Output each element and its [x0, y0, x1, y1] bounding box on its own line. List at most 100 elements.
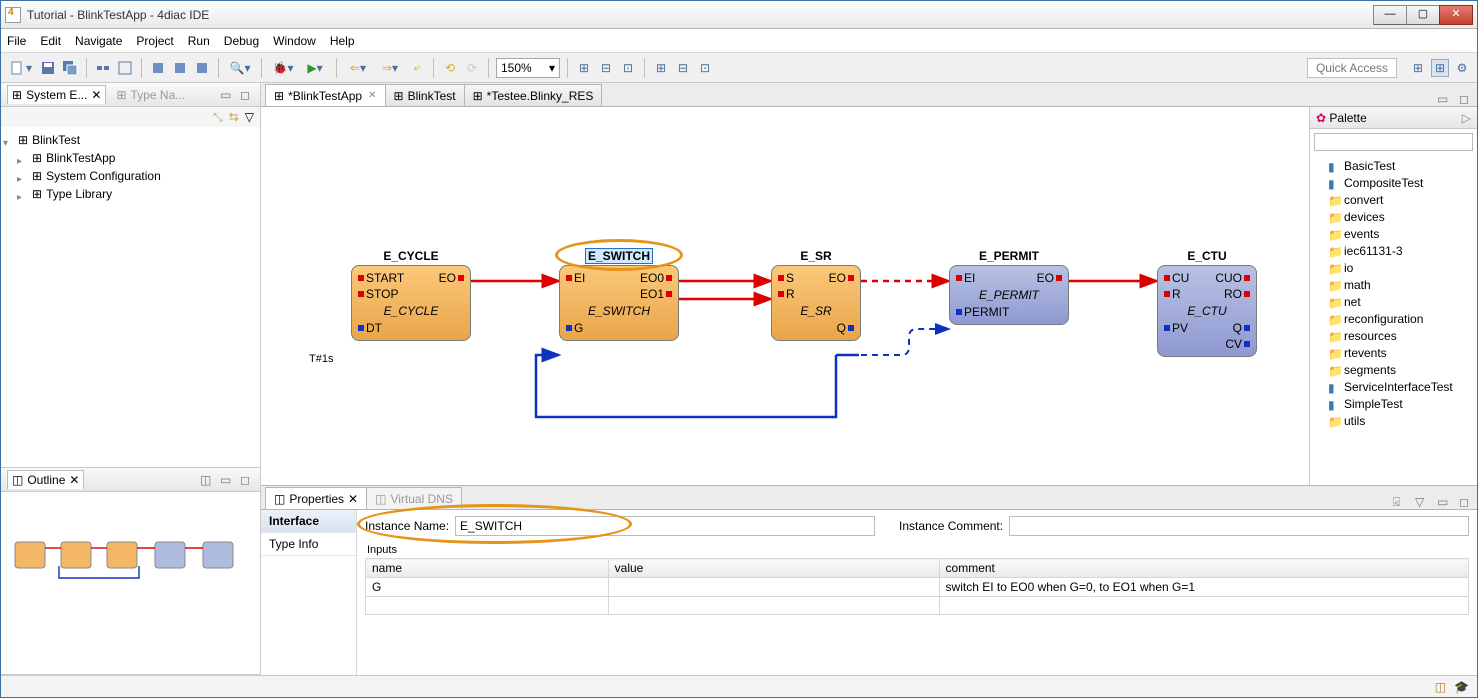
prop-side-interface[interactable]: Interface [261, 510, 356, 533]
palette-folder[interactable]: 📁devices [1314, 208, 1473, 225]
diagram-canvas[interactable]: E_CYCLE STARTEO STOP E_CYCLE DT T#1s E_S… [261, 107, 1309, 485]
menu-file[interactable]: File [7, 34, 26, 48]
collapse-all-icon[interactable]: ⤡ [213, 110, 223, 125]
search-button[interactable]: 🔍▾ [226, 59, 254, 77]
col-value[interactable]: value [608, 559, 939, 578]
palette-folder[interactable]: 📁math [1314, 276, 1473, 293]
prop-max-icon[interactable]: ◻ [1459, 495, 1473, 509]
outline-min-icon[interactable]: ▭ [220, 473, 234, 487]
palette-list[interactable]: ▮BasicTest▮CompositeTest📁convert📁devices… [1310, 155, 1477, 485]
palette-folder[interactable]: 📁utils [1314, 412, 1473, 429]
prop-newview-icon[interactable]: ⍃ [1393, 495, 1407, 509]
align-2-icon[interactable]: ⊟ [597, 59, 615, 77]
debug-button[interactable]: 🐞▾ [269, 59, 297, 77]
menu-project[interactable]: Project [136, 34, 173, 48]
system-tree[interactable]: ⊞ BlinkTest ⊞ BlinkTestApp ⊞ System Conf… [3, 131, 258, 203]
palette-folder[interactable]: 📁net [1314, 293, 1473, 310]
save-all-button[interactable] [61, 59, 79, 77]
fb-e-permit[interactable]: E_PERMIT EIEO E_PERMIT PERMIT [949, 249, 1069, 325]
fb-e-sr[interactable]: E_SR SEO R E_SR Q [771, 249, 861, 341]
palette-folder[interactable]: 📁iec61131-3 [1314, 242, 1473, 259]
type-navigator-tab[interactable]: ⊞ Type Na... [112, 86, 189, 104]
status-icon-a[interactable]: ◫ [1435, 680, 1446, 694]
palette-folder[interactable]: 📁rtevents [1314, 344, 1473, 361]
view-min-icon[interactable]: ▭ [220, 88, 234, 102]
tb-icon-a[interactable] [94, 59, 112, 77]
nav-fwd-button[interactable]: ⇒▾ [376, 59, 404, 77]
outline-toggle-icon[interactable]: ◫ [200, 473, 214, 487]
menu-debug[interactable]: Debug [224, 34, 259, 48]
editor-min-icon[interactable]: ▭ [1437, 92, 1451, 106]
editor-tab-blinktestapp[interactable]: ⊞ *BlinkTestApp✕ [265, 84, 386, 106]
new-button[interactable]: ▾ [7, 59, 35, 77]
tb-icon-b[interactable] [116, 59, 134, 77]
system-explorer-tab[interactable]: ⊞ System E... ✕ [7, 85, 106, 104]
fb-e-cycle[interactable]: E_CYCLE STARTEO STOP E_CYCLE DT [351, 249, 471, 341]
prop-side-typeinfo[interactable]: Type Info [261, 533, 356, 556]
palette-folder[interactable]: 📁reconfiguration [1314, 310, 1473, 327]
outline-max-icon[interactable]: ◻ [240, 473, 254, 487]
redo-button[interactable]: ⟳ [463, 59, 481, 77]
quick-access-input[interactable]: Quick Access [1307, 58, 1397, 78]
palette-folder[interactable]: 📁events [1314, 225, 1473, 242]
outline-canvas[interactable] [1, 492, 260, 674]
editor-max-icon[interactable]: ◻ [1459, 92, 1473, 106]
view-max-icon[interactable]: ◻ [240, 88, 254, 102]
table-row[interactable]: G switch EI to EO0 when G=0, to EO1 when… [366, 578, 1469, 597]
palette-fb[interactable]: ▮ServiceInterfaceTest [1314, 378, 1473, 395]
perspective-b-icon[interactable]: ⊞ [1431, 59, 1449, 77]
menu-navigate[interactable]: Navigate [75, 34, 122, 48]
zoom-combo[interactable]: 150%▾ [496, 58, 560, 78]
nav-last-button[interactable]: ⤶ [408, 59, 426, 77]
outline-tab[interactable]: ◫ Outline ✕ [7, 470, 84, 489]
palette-fb[interactable]: ▮SimpleTest [1314, 395, 1473, 412]
tree-root[interactable]: BlinkTest [32, 133, 80, 147]
palette-fb[interactable]: ▮CompositeTest [1314, 174, 1473, 191]
menu-help[interactable]: Help [330, 34, 355, 48]
align-6-icon[interactable]: ⊡ [696, 59, 714, 77]
table-row[interactable] [366, 597, 1469, 615]
prop-menu-icon[interactable]: ▽ [1415, 495, 1429, 509]
window-maximize-button[interactable]: ▢ [1406, 5, 1440, 25]
window-minimize-button[interactable]: — [1373, 5, 1407, 25]
save-button[interactable] [39, 59, 57, 77]
view-menu-icon[interactable]: ▽ [245, 110, 254, 124]
align-5-icon[interactable]: ⊟ [674, 59, 692, 77]
tree-sysconfig[interactable]: System Configuration [46, 169, 161, 183]
link-editor-icon[interactable]: ⇆ [229, 110, 239, 124]
col-name[interactable]: name [366, 559, 609, 578]
palette-fb[interactable]: ▮BasicTest [1314, 157, 1473, 174]
palette-folder[interactable]: 📁io [1314, 259, 1473, 276]
tb-icon-d[interactable] [171, 59, 189, 77]
inputs-table[interactable]: name value comment G switch EI to EO0 wh… [365, 558, 1469, 615]
run-button[interactable]: ▶▾ [301, 59, 329, 77]
align-1-icon[interactable]: ⊞ [575, 59, 593, 77]
status-icon-b[interactable]: 🎓 [1454, 680, 1469, 694]
tb-icon-e[interactable] [193, 59, 211, 77]
param-dt[interactable]: T#1s [309, 353, 333, 365]
editor-tab-blinktest[interactable]: ⊞ BlinkTest [385, 84, 465, 106]
nav-back-button[interactable]: ⇐▾ [344, 59, 372, 77]
tree-typelib[interactable]: Type Library [46, 187, 112, 201]
menu-window[interactable]: Window [273, 34, 316, 48]
align-3-icon[interactable]: ⊡ [619, 59, 637, 77]
palette-folder[interactable]: 📁resources [1314, 327, 1473, 344]
palette-search-input[interactable] [1314, 133, 1473, 151]
instance-comment-input[interactable] [1009, 516, 1469, 536]
perspective-a-icon[interactable]: ⊞ [1409, 59, 1427, 77]
undo-button[interactable]: ⟲ [441, 59, 459, 77]
window-close-button[interactable]: ✕ [1439, 5, 1473, 25]
col-comment[interactable]: comment [939, 559, 1468, 578]
menu-run[interactable]: Run [188, 34, 210, 48]
tree-blinktestapp[interactable]: BlinkTestApp [46, 151, 115, 165]
tb-icon-c[interactable] [149, 59, 167, 77]
menu-edit[interactable]: Edit [40, 34, 61, 48]
palette-folder[interactable]: 📁convert [1314, 191, 1473, 208]
align-4-icon[interactable]: ⊞ [652, 59, 670, 77]
perspective-c-icon[interactable]: ⚙ [1453, 59, 1471, 77]
prop-min-icon[interactable]: ▭ [1437, 495, 1451, 509]
properties-tab[interactable]: ◫ Properties ✕ [265, 487, 367, 509]
fb-e-ctu[interactable]: E_CTU CUCUO RRO E_CTU PVQ CV [1157, 249, 1257, 357]
palette-folder[interactable]: 📁segments [1314, 361, 1473, 378]
editor-tab-testee[interactable]: ⊞ *Testee.Blinky_RES [464, 84, 603, 106]
